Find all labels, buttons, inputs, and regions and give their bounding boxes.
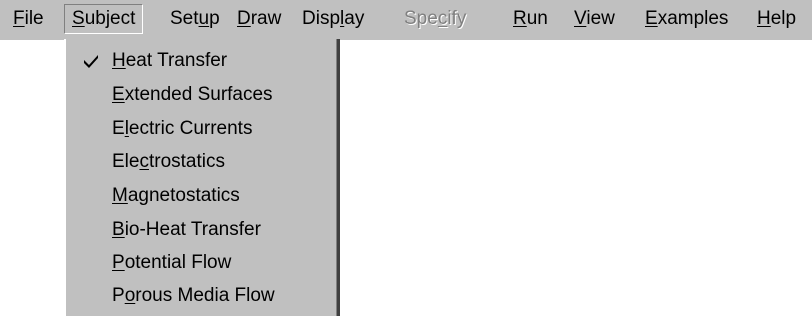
menu-subject-text-rest: ubject — [84, 8, 136, 29]
subject-item-extended-surfaces[interactable]: Extended Surfaces — [66, 79, 334, 110]
menu-display[interactable]: Display — [302, 5, 364, 33]
subject-item-label: Electrostatics — [112, 151, 225, 172]
menu-run-mnemonic: R — [513, 8, 527, 29]
menu-draw-text-rest: raw — [250, 8, 282, 29]
subject-item-bio-heat-transfer[interactable]: Bio-Heat Transfer — [66, 214, 334, 245]
menu-run-text-rest: un — [526, 8, 548, 29]
menu-help[interactable]: Help — [757, 5, 796, 33]
subject-item-label: Electric Currents — [112, 118, 253, 139]
subject-item-potential-flow[interactable]: Potential Flow — [66, 247, 334, 278]
menu-setup[interactable]: Setup — [170, 5, 220, 33]
menu-setup-text: Set — [170, 8, 199, 29]
menu-examples-text-rest: xamples — [657, 8, 729, 29]
menu-specify: Specify — [404, 5, 466, 33]
subject-item-porous-media-flow[interactable]: Porous Media Flow — [66, 280, 334, 311]
menu-draw-mnemonic: D — [237, 8, 251, 29]
menu-view-text-rest: iew — [586, 8, 615, 29]
subject-item-label: Potential Flow — [112, 252, 232, 273]
menu-help-mnemonic: H — [757, 8, 771, 29]
subject-item-label: Porous Media Flow — [112, 285, 275, 306]
subject-dropdown-menu: Heat Transfer Extended Surfaces Electric… — [64, 39, 340, 316]
menu-view[interactable]: View — [574, 5, 615, 33]
menu-run[interactable]: Run — [513, 5, 548, 33]
menu-specify-text: Spe — [404, 8, 438, 29]
menu-specify-text-rest: ify — [447, 8, 467, 29]
menu-draw[interactable]: Draw — [237, 5, 281, 33]
subject-item-label: Bio-Heat Transfer — [112, 219, 261, 240]
menu-file-mnemonic: F — [13, 8, 25, 29]
menu-examples-mnemonic: E — [645, 8, 658, 29]
menu-help-text-rest: elp — [770, 8, 797, 29]
subject-item-electric-currents[interactable]: Electric Currents — [66, 113, 334, 144]
menu-file-text-rest: ile — [24, 8, 44, 29]
menu-display-text: Disp — [302, 8, 341, 29]
subject-item-heat-transfer[interactable]: Heat Transfer — [66, 45, 334, 76]
menu-display-text-rest: ay — [344, 8, 365, 29]
subject-item-label: Extended Surfaces — [112, 84, 273, 105]
menu-specify-mnemonic: c — [437, 8, 448, 29]
menu-view-mnemonic: V — [574, 8, 587, 29]
menu-subject[interactable]: Subject — [64, 4, 144, 34]
menu-subject-mnemonic: S — [72, 8, 85, 29]
subject-item-label: Magnetostatics — [112, 185, 240, 206]
menu-setup-mnemonic: u — [198, 8, 210, 29]
subject-item-magnetostatics[interactable]: Magnetostatics — [66, 180, 334, 211]
subject-item-electrostatics[interactable]: Electrostatics — [66, 146, 334, 177]
menu-file[interactable]: File — [13, 5, 44, 33]
menu-setup-text-rest: p — [209, 8, 220, 29]
checkmark-icon — [81, 45, 101, 76]
subject-item-label: Heat Transfer — [112, 50, 228, 71]
menu-bar: File Subject Setup Draw Display Specify … — [0, 0, 812, 40]
menu-examples[interactable]: Examples — [645, 5, 728, 33]
